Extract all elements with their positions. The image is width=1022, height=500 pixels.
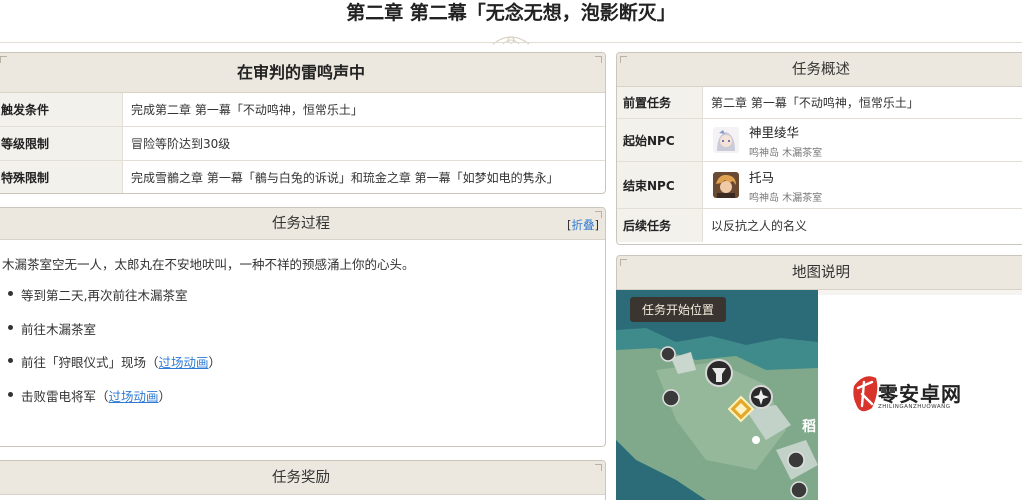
info-key: 触发条件 — [0, 93, 123, 126]
process-title: 任务过程 — [272, 216, 330, 232]
cutscene-link[interactable]: 过场动画 — [109, 386, 159, 405]
bullet-icon — [8, 291, 13, 296]
overview-key: 前置任务 — [617, 87, 703, 118]
info-value: 完成第二章 第一幕「不动鸣神，恒常乐土」 — [131, 103, 363, 117]
overview-panel: 任务概述 前置任务 第二章 第一幕「不动鸣神，恒常乐土」 起始NPC 神里绫华 … — [616, 52, 1022, 245]
process-steps: 等到第二天,再次前往木漏茶室 前往木漏茶室 前往「狩眼仪式」现场（过场动画） 击… — [6, 285, 221, 419]
overview-row-next: 后续任务 以反抗之人的名义 — [617, 209, 1022, 242]
bullet-icon — [8, 358, 13, 363]
watermark-subtext: ZHILINGANZHUOWANG — [878, 404, 951, 410]
overview-row-prev: 前置任务 第二章 第一幕「不动鸣神，恒常乐土」 — [617, 87, 1022, 119]
list-item: 等到第二天,再次前往木漏茶室 — [6, 285, 221, 319]
info-value: 完成雪鶺之章 第一幕「鶺与白兔的诉说」和琉金之章 第一幕「如梦如电的隽永」 — [131, 171, 559, 185]
corner-ornament — [620, 259, 627, 266]
cutscene-link[interactable]: 过场动画 — [159, 352, 209, 371]
overview-header: 任务概述 — [617, 53, 1022, 87]
info-key: 特殊限制 — [0, 161, 123, 193]
quest-info-header: 在审判的雷鸣声中 — [0, 53, 605, 93]
overview-key: 结束NPC — [617, 162, 703, 208]
process-intro: 木漏茶室空无一人，太郎丸在不安地吠叫，一种不祥的预感涌上你的心头。 — [2, 257, 415, 272]
fold-toggle[interactable]: [折叠] — [567, 217, 599, 233]
prev-quest-value: 第二章 第一幕「不动鸣神，恒常乐土」 — [711, 96, 919, 110]
overview-title: 任务概述 — [792, 62, 850, 78]
map-title: 地图说明 — [792, 265, 850, 281]
start-npc-name: 神里绫华 — [749, 124, 800, 140]
start-npc[interactable]: 神里绫华 鸣神岛 木漏茶室 — [703, 119, 822, 161]
title-divider — [0, 42, 1022, 43]
corner-ornament — [620, 56, 627, 63]
process-header: 任务过程 [折叠] — [0, 208, 605, 240]
map-start-label: 任务开始位置 — [630, 297, 727, 322]
watermark-text: 零安卓网 — [878, 382, 962, 406]
step-text: 击败雷电将军 — [21, 388, 97, 404]
step-text: 前往「狩眼仪式」现场 — [21, 355, 147, 370]
page-title: 第二章 第二幕「无念无想，泡影断灭」 — [346, 2, 676, 24]
thoma-avatar-icon — [713, 172, 739, 198]
step-text: 等到第二天,再次前往木漏茶室 — [21, 288, 188, 303]
bullet-icon — [8, 324, 13, 330]
end-npc-location: 鸣神岛 木漏茶室 — [749, 192, 823, 204]
quest-name: 在审判的雷鸣声中 — [236, 63, 365, 82]
list-item: 击败雷电将军（过场动画） — [6, 386, 221, 420]
corner-ornament — [0, 56, 7, 63]
rewards-title: 任务奖励 — [272, 470, 330, 486]
rewards-panel: 任务奖励 — [0, 460, 606, 500]
overview-key: 起始NPC — [617, 119, 703, 161]
end-npc-name: 托马 — [749, 169, 775, 185]
start-npc-location: 鸣神岛 木漏茶室 — [749, 147, 823, 159]
info-row-level: 等级限制 冒险等阶达到30级 — [0, 127, 605, 161]
ayaka-avatar-icon — [713, 127, 739, 153]
overview-key: 后续任务 — [617, 209, 703, 242]
corner-ornament — [595, 56, 602, 63]
title-ornament-icon — [492, 36, 530, 45]
quest-info-panel: 在审判的雷鸣声中 触发条件 完成第二章 第一幕「不动鸣神，恒常乐土」 等级限制 … — [0, 52, 606, 194]
rewards-header: 任务奖励 — [0, 461, 605, 495]
overview-row-start-npc: 起始NPC 神里绫华 鸣神岛 木漏茶室 — [617, 119, 1022, 162]
list-item: 前往木漏茶室 — [6, 319, 221, 353]
info-key: 等级限制 — [0, 127, 123, 160]
corner-ornament — [595, 464, 602, 471]
info-row-special: 特殊限制 完成雪鶺之章 第一幕「鶺与白兔的诉说」和琉金之章 第一幕「如梦如电的隽… — [0, 161, 605, 193]
fold-link[interactable]: 折叠 — [572, 218, 595, 232]
info-row-trigger: 触发条件 完成第二章 第一幕「不动鸣神，恒常乐土」 — [0, 93, 605, 127]
next-quest-value: 以反抗之人的名义 — [711, 219, 808, 233]
bullet-icon — [8, 391, 13, 397]
list-item: 前往「狩眼仪式」现场（过场动画） — [6, 352, 221, 386]
overview-row-end-npc: 结束NPC 托马 鸣神岛 木漏茶室 — [617, 162, 1022, 209]
end-npc[interactable]: 托马 鸣神岛 木漏茶室 — [703, 162, 822, 208]
map-header: 地图说明 — [617, 256, 1022, 290]
step-text: 前往木漏茶室 — [21, 321, 97, 337]
map-place-char: 稻 — [802, 418, 816, 434]
info-value: 冒险等阶达到30级 — [131, 137, 231, 151]
